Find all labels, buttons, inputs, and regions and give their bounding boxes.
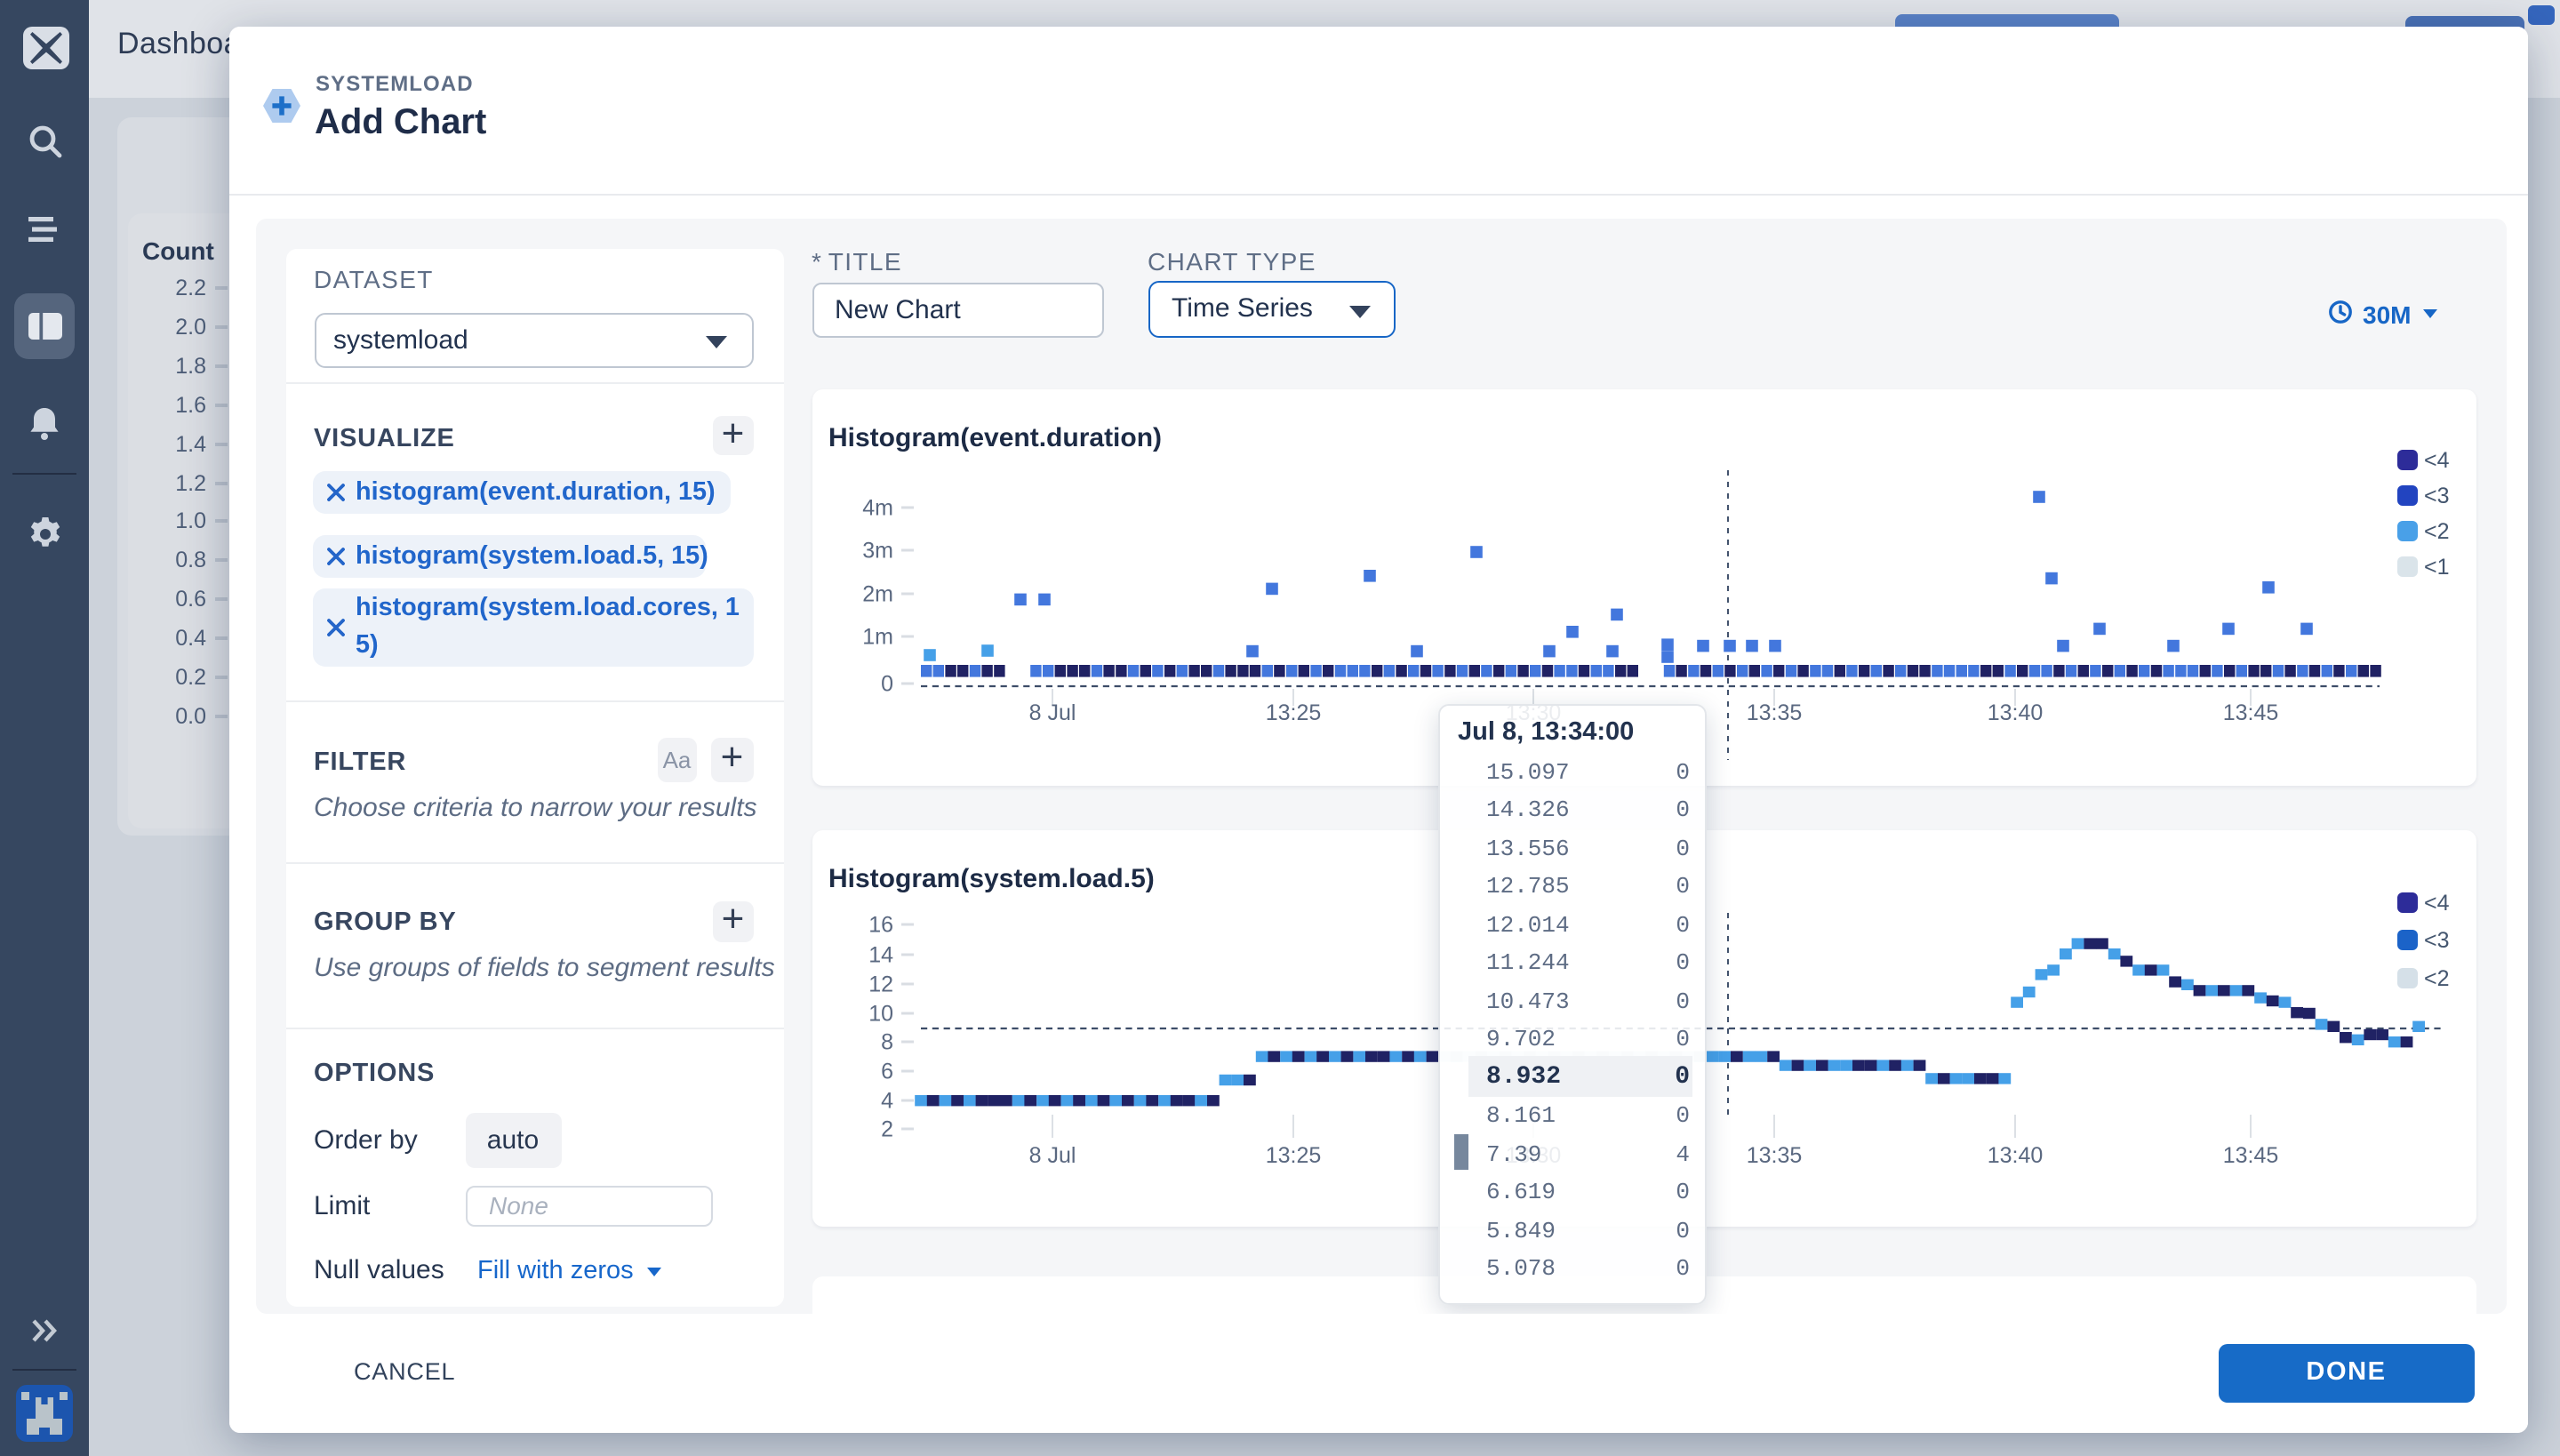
svg-text:1m: 1m [861,623,892,648]
svg-text:16: 16 [868,912,892,937]
svg-text:0: 0 [880,670,892,695]
svg-text:10: 10 [868,1001,892,1026]
svg-text:13:40: 13:40 [1987,700,2043,724]
svg-text:4m: 4m [861,494,892,519]
svg-text:<3: <3 [2423,483,2449,508]
svg-text:4: 4 [880,1088,892,1113]
svg-text:12: 12 [868,972,892,996]
svg-text:8: 8 [880,1029,892,1054]
svg-text:13:35: 13:35 [1746,700,1802,724]
svg-text:8 Jul: 8 Jul [1028,700,1076,724]
svg-text:2: 2 [880,1116,892,1141]
svg-text:13:25: 13:25 [1265,1143,1321,1168]
svg-text:<2: <2 [2423,966,2449,991]
svg-text:8 Jul: 8 Jul [1028,1143,1076,1168]
svg-text:13:25: 13:25 [1265,700,1321,724]
svg-text:13:35: 13:35 [1746,1143,1802,1168]
svg-text:6: 6 [880,1059,892,1084]
svg-text:2m: 2m [861,580,892,605]
svg-text:13:40: 13:40 [1987,1143,2043,1168]
svg-text:<4: <4 [2423,447,2449,472]
svg-text:<2: <2 [2423,518,2449,543]
svg-text:13:45: 13:45 [2222,1143,2278,1168]
svg-text:<4: <4 [2423,891,2449,916]
svg-text:3m: 3m [861,537,892,562]
svg-text:13:45: 13:45 [2222,700,2278,724]
svg-text:<3: <3 [2423,928,2449,953]
svg-text:<1: <1 [2423,554,2449,579]
svg-text:14: 14 [868,942,892,967]
